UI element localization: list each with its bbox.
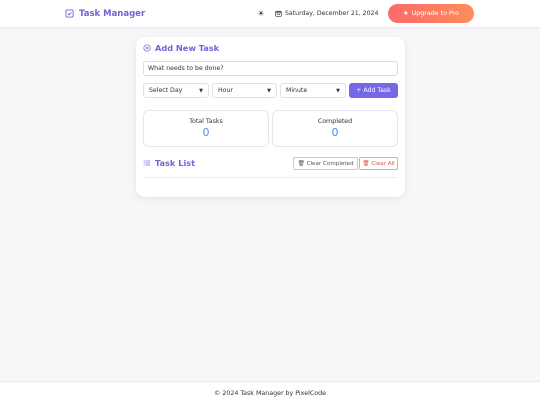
add-task-heading: Add New Task [143,43,219,53]
brand-title: Task Manager [79,8,146,19]
total-tasks-label: Total Tasks [189,118,223,125]
total-tasks-value: 0 [202,126,210,139]
clear-all-button[interactable]: 🗑 Clear All [359,157,398,170]
top-navbar: Task Manager ☀ Saturday, December 21, 20… [0,0,540,27]
star-icon: ★ [403,10,409,17]
sun-icon: ☀ [257,8,265,18]
upgrade-label: Upgrade to Pro [411,10,459,17]
minute-select[interactable]: Minute ▼ [280,83,346,98]
chevron-down-icon: ▼ [267,87,271,94]
plus-circle-icon [143,44,151,52]
chevron-down-icon: ▼ [199,87,203,94]
clear-completed-label: Clear Completed [306,160,354,167]
current-date: Saturday, December 21, 2024 [275,8,378,19]
task-input-placeholder: What needs to be done? [148,65,224,72]
brand[interactable]: Task Manager [65,7,145,20]
completed-label: Completed [317,118,353,125]
task-card: Add New Task What needs to be done? Sele… [136,37,405,197]
hour-select[interactable]: Hour ▼ [212,83,277,98]
hour-select-value: Hour [218,87,233,94]
check-square-icon [65,9,74,18]
total-tasks-stat: Total Tasks 0 [143,110,269,147]
day-select[interactable]: Select Day ▼ [143,83,209,98]
add-task-button[interactable]: + Add Task [349,83,398,98]
task-list-divider [143,177,398,178]
upgrade-to-pro-button[interactable]: ★ Upgrade to Pro [388,4,474,23]
chevron-down-icon: ▼ [336,87,340,94]
trash-icon: 🗑 [362,160,370,167]
completed-value: 0 [331,126,339,139]
task-list-heading: Task List [143,158,195,168]
clear-completed-button[interactable]: 🗑 Clear Completed [293,157,358,170]
task-input[interactable]: What needs to be done? [143,61,398,76]
add-task-label: + Add Task [356,87,391,94]
clear-all-label: Clear All [371,160,395,167]
completed-stat: Completed 0 [272,110,398,147]
task-list-title: Task List [155,158,196,168]
list-icon [143,160,151,166]
trash-icon: 🗑 [297,160,305,167]
minute-select-value: Minute [286,87,308,94]
footer: © 2024 Task Manager by PixelCode [0,381,540,405]
footer-text: © 2024 Task Manager by PixelCode [214,390,326,397]
theme-toggle-button[interactable]: ☀ [255,7,267,19]
day-select-value: Select Day [149,87,183,94]
calendar-icon [275,10,282,17]
date-text: Saturday, December 21, 2024 [285,10,379,17]
add-task-title: Add New Task [155,43,220,53]
